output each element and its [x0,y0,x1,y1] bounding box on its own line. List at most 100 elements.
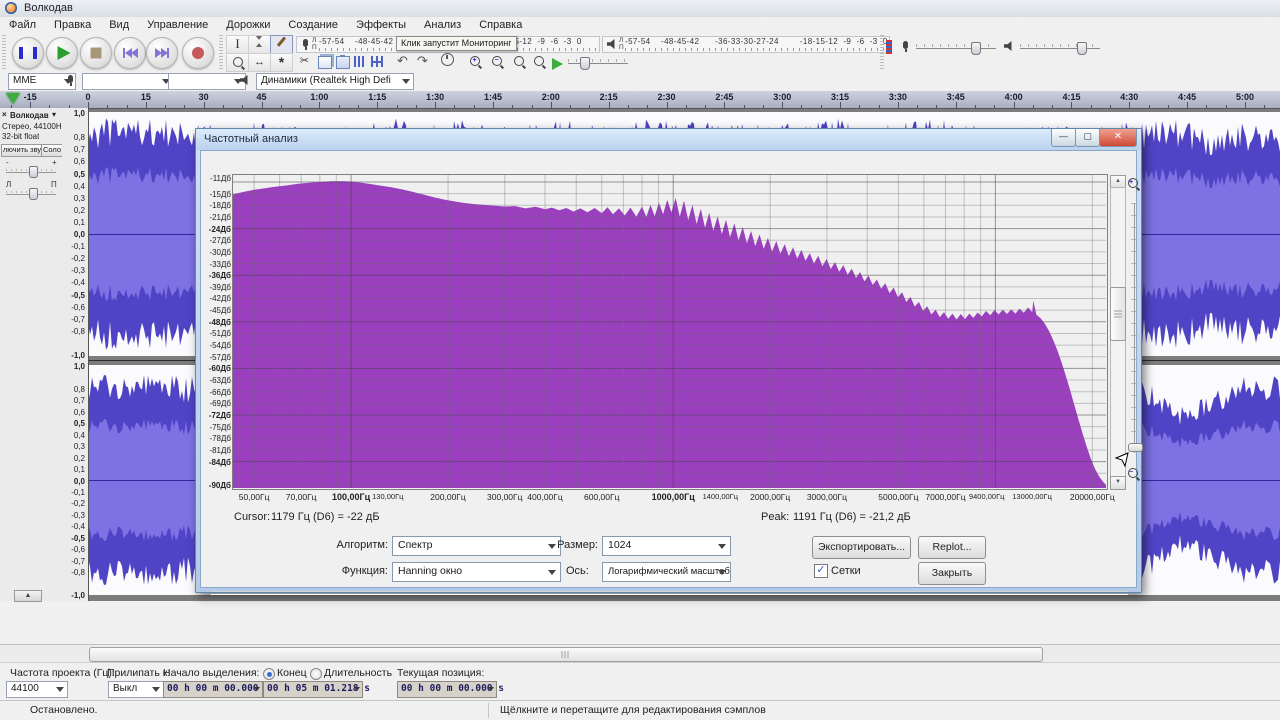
pan-slider[interactable] [6,188,56,198]
redo-button[interactable]: ↷ [412,53,433,70]
radio-end[interactable] [263,668,275,680]
stop-button[interactable] [80,37,112,69]
plot-zoom-in-button[interactable]: + [1128,177,1141,190]
minimize-button[interactable]: — [1051,129,1076,147]
menu-item-5[interactable]: Создание [279,19,347,31]
selection-tool-button[interactable]: I [226,35,249,54]
track-vertical-ruler[interactable]: 1,00,80,70,60,50,40,30,20,10,0-0,1-0,2-0… [62,108,89,601]
pause-button[interactable] [12,37,44,69]
radio-length[interactable] [310,668,322,680]
toolbar-grip[interactable] [219,35,223,70]
timeline-pin-icon[interactable] [6,93,20,104]
skip-end-button[interactable] [146,37,178,69]
skip-start-button[interactable] [114,37,146,69]
play-button[interactable] [46,37,78,69]
horizontal-scrollbar[interactable] [0,644,1280,663]
fit-selection-button[interactable] [508,53,529,70]
zoom-out-button[interactable]: − [486,53,507,70]
y-axis-label: -69Дб [202,399,231,408]
algorithm-select[interactable]: Спектр [392,536,561,556]
spectrum-plot[interactable] [233,175,1106,488]
horizontal-scrollbar-thumb[interactable] [89,647,1043,662]
mute-button[interactable]: лючить зву [1,144,43,157]
fit-project-button[interactable] [528,53,549,70]
window-titlebar[interactable]: Волкодав [0,0,1280,18]
silence-button[interactable] [371,56,383,67]
draw-tool-button[interactable] [270,35,293,54]
x-axis-label: 1400,00Гц [703,492,738,501]
audio-host-select[interactable]: MME [8,73,76,90]
solo-button[interactable]: Соло [41,144,63,157]
zoom-in-button[interactable]: + [464,53,485,70]
trim-button[interactable] [354,56,366,67]
playback-volume-slider[interactable] [1020,40,1100,52]
radio-end-label[interactable]: Конец [277,667,307,679]
radio-length-label[interactable]: Длительность [324,667,392,679]
menu-item-6[interactable]: Эффекты [347,19,415,31]
recording-channels-select[interactable] [168,73,246,90]
selection-end-field[interactable]: 00 h 05 m 01.218 s [263,681,363,698]
dialog-titlebar[interactable]: Частотный анализ [196,129,1141,150]
timeline-ruler[interactable]: -1501530451:001:151:301:452:002:152:302:… [0,91,1280,109]
track-close-button[interactable]: × [2,110,7,119]
track-menu-arrow[interactable]: ▾ [52,110,56,119]
dialog-close-button[interactable]: Закрыть [918,562,986,585]
timeline-label: 1:30 [426,92,444,102]
project-rate-select[interactable]: 44100 [6,681,68,698]
zoom-slider-track[interactable] [1134,203,1135,453]
x-axis-label: 100,00Гц [332,492,370,502]
playback-device-select[interactable]: Динамики (Realtek High Defi [256,73,414,90]
close-window-button[interactable]: ✕ [1099,129,1137,147]
audio-position-field[interactable]: 00 h 00 m 00.000 s [397,681,497,698]
record-button[interactable] [182,37,214,69]
multi-tool-button[interactable]: * [270,53,293,72]
menu-item-2[interactable]: Вид [100,19,138,31]
timer-button[interactable] [437,53,458,70]
scroll-down-button[interactable]: ▼ [1110,476,1126,490]
menu-item-0[interactable]: Файл [0,19,45,31]
selection-start-field[interactable]: 00 h 00 m 00.000 s [163,681,263,698]
play-at-speed-button[interactable] [552,58,563,70]
pan-slider-thumb[interactable] [29,188,38,200]
recording-volume-slider[interactable] [916,40,996,52]
playback-meter[interactable]: Л П -57-54 -48-45-42 -36-33-30-27-24 -18… [602,36,890,53]
menu-item-8[interactable]: Справка [470,19,531,31]
replot-button[interactable]: Replot... [918,536,986,559]
menu-item-4[interactable]: Дорожки [217,19,279,31]
track-info-format: 32-bit float [2,132,39,141]
gain-slider-thumb[interactable] [29,166,38,178]
maximize-button[interactable]: ▢ [1075,129,1100,147]
menu-item-3[interactable]: Управление [138,19,217,31]
undo-button[interactable]: ↶ [392,53,413,70]
plot-scrollbar-thumb[interactable] [1110,287,1126,341]
track-collapse-button[interactable]: ▲ [14,590,42,602]
plot-zoom-out-button[interactable]: − [1128,467,1141,480]
gain-slider[interactable] [6,166,56,176]
menu-item-1[interactable]: Правка [45,19,100,31]
toolbar-grip[interactable] [2,35,6,70]
playback-speed-slider[interactable] [568,55,628,67]
function-select[interactable]: Hanning окно [392,562,561,582]
envelope-tool-button[interactable] [248,35,271,54]
copy-button[interactable] [318,56,332,69]
grids-label[interactable]: Сетки [831,565,861,577]
playback-volume-thumb[interactable] [1077,42,1087,55]
timeshift-tool-button[interactable]: ↔ [248,53,271,72]
menu-item-7[interactable]: Анализ [415,19,470,31]
cut-button[interactable]: ✂ [294,53,315,70]
track-name[interactable]: Волкодав [10,111,49,120]
size-select[interactable]: 1024 [602,536,731,556]
zoom-tool-button[interactable] [226,53,249,72]
zoom-slider-thumb[interactable] [1128,443,1143,452]
recording-device-select[interactable] [82,73,174,90]
record-icon [192,47,204,59]
function-label: Функция: [318,565,388,577]
axis-select[interactable]: Логарифмический масштаб [602,562,731,582]
export-button[interactable]: Экспортировать... [812,536,911,559]
snap-select[interactable]: Выкл [108,681,164,698]
toolbar-grip[interactable] [880,35,884,70]
grids-checkbox[interactable]: ✓ [814,564,828,578]
recording-volume-thumb[interactable] [971,42,981,55]
speed-slider-thumb[interactable] [580,57,590,70]
paste-button[interactable] [336,56,350,69]
